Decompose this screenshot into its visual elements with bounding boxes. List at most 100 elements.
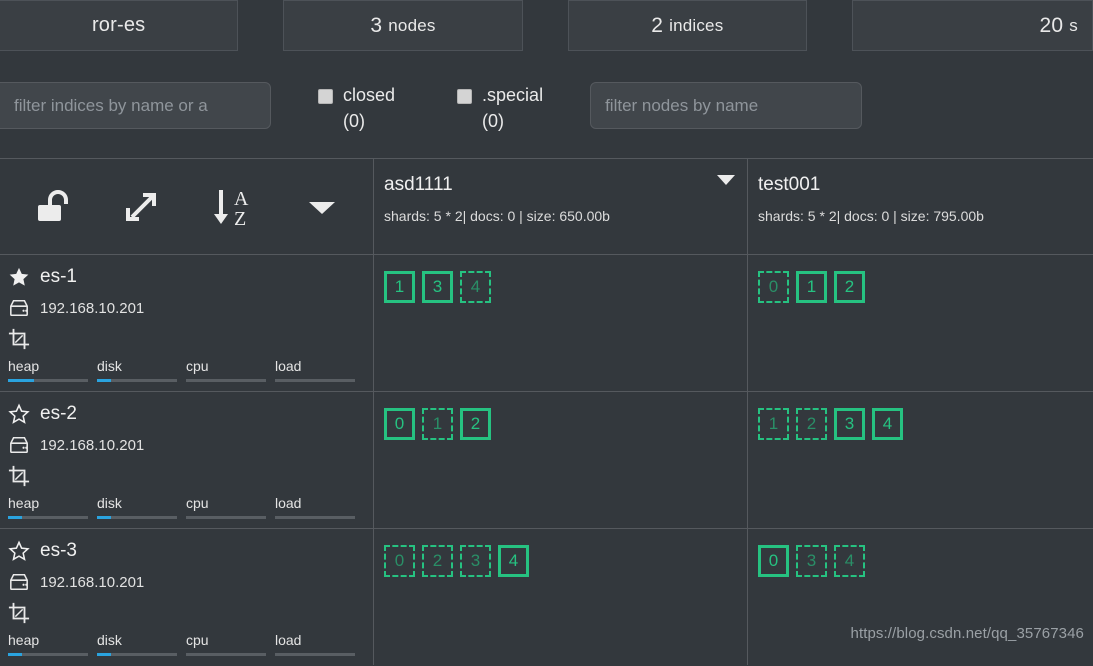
- crop-icon[interactable]: [8, 328, 30, 350]
- gauge-track: [97, 379, 177, 382]
- node-count-box[interactable]: 3 nodes: [283, 0, 523, 51]
- star-outline-icon[interactable]: [8, 403, 30, 425]
- shard-replica[interactable]: 2: [796, 408, 827, 440]
- special-label: .special: [482, 85, 544, 105]
- gauge-cpu: cpu: [186, 495, 275, 519]
- node-row: es-3 192.168.10.201 heap disk cpu load 0 2 3 4 0 3 4: [0, 529, 1093, 665]
- nodes-filter-input[interactable]: filter nodes by name: [590, 82, 863, 129]
- gauge-label: cpu: [186, 632, 209, 648]
- index-meta: shards: 5 * 2| docs: 0 | size: 650.00b: [384, 208, 610, 224]
- gauge-heap: heap: [8, 632, 97, 656]
- index-header-test001: test001 shards: 5 * 2| docs: 0 | size: 7…: [747, 159, 1093, 254]
- shard-replica[interactable]: 4: [460, 271, 491, 303]
- shard-primary[interactable]: 1: [384, 271, 415, 303]
- gauge-disk: disk: [97, 358, 186, 382]
- node-count-unit: nodes: [388, 15, 436, 35]
- gauge-track: [8, 516, 88, 519]
- gauge-load: load: [275, 495, 364, 519]
- shard-replica[interactable]: 2: [422, 545, 453, 577]
- expand-button[interactable]: [96, 159, 186, 254]
- node-name: es-3: [40, 540, 77, 561]
- node-name: es-2: [40, 403, 77, 424]
- star-outline-icon[interactable]: [8, 540, 30, 562]
- shard-primary[interactable]: 4: [872, 408, 903, 440]
- node-cell-content: es-1 192.168.10.201 heap disk cpu load: [0, 255, 373, 391]
- shard-primary[interactable]: 0: [384, 408, 415, 440]
- indices-filter-placeholder: filter indices by name or a: [14, 95, 208, 115]
- special-checkbox[interactable]: [457, 89, 473, 104]
- node-ip: 192.168.10.201: [40, 299, 145, 317]
- special-labels: .special (0): [482, 82, 543, 134]
- chevron-down-icon[interactable]: [717, 175, 735, 185]
- cluster-name-box[interactable]: ror-es: [0, 0, 239, 51]
- shard-id: 2: [806, 414, 817, 433]
- refresh-interval-value: 20: [1039, 13, 1064, 37]
- crop-icon[interactable]: [8, 465, 30, 487]
- index-header-content: asd1111 shards: 5 * 2| docs: 0 | size: 6…: [374, 159, 747, 254]
- closed-labels: closed (0): [343, 82, 395, 134]
- unlock-icon: [30, 187, 72, 227]
- cluster-name-label: ror-es: [91, 14, 146, 36]
- unlock-button[interactable]: [6, 159, 96, 254]
- gauge-load: load: [275, 632, 364, 656]
- closed-filter-group[interactable]: closed (0): [318, 82, 395, 134]
- node-cell-content: es-3 192.168.10.201 heap disk cpu load: [0, 529, 373, 665]
- shard-replica[interactable]: 4: [834, 545, 865, 577]
- index-name: asd1111: [384, 174, 453, 195]
- index-header-asd1111: asd1111 shards: 5 * 2| docs: 0 | size: 6…: [373, 159, 747, 254]
- shard-replica[interactable]: 3: [460, 545, 491, 577]
- gauge-label: heap: [8, 495, 40, 511]
- grid-header-row: A Z asd1111 shards: 5 * 2| docs: 0 | siz…: [0, 159, 1093, 254]
- shard-primary[interactable]: 4: [498, 545, 529, 577]
- gauge-load: load: [275, 358, 364, 382]
- special-filter-group[interactable]: .special (0): [457, 82, 543, 134]
- refresh-interval-box[interactable]: 20 s: [851, 0, 1093, 51]
- shard-replica[interactable]: 3: [796, 545, 827, 577]
- gauge-label: load: [275, 358, 302, 374]
- shard-primary[interactable]: 2: [834, 271, 865, 303]
- gauge-track: [275, 379, 355, 382]
- gauge-fill: [97, 516, 112, 519]
- index-header-content: test001 shards: 5 * 2| docs: 0 | size: 7…: [748, 159, 1093, 254]
- shard-replica[interactable]: 1: [758, 408, 789, 440]
- node-gauges: heap disk cpu load: [8, 495, 364, 519]
- node-actions-line: [8, 327, 373, 351]
- gauge-track: [97, 516, 177, 519]
- closed-label: closed: [343, 85, 396, 105]
- svg-text:Z: Z: [234, 208, 246, 230]
- index-count-box[interactable]: 2 indices: [567, 0, 807, 51]
- crop-icon[interactable]: [8, 602, 30, 624]
- grid-toolbar: A Z: [0, 159, 373, 254]
- gauge-label: disk: [97, 495, 122, 511]
- shard-list: 0 2 3 4: [374, 529, 747, 577]
- indices-filter-input[interactable]: filter indices by name or a: [0, 82, 271, 129]
- shard-replica[interactable]: 0: [758, 271, 789, 303]
- closed-checkbox[interactable]: [318, 89, 333, 104]
- node-name: es-1: [40, 266, 77, 287]
- shard-list: 1 3 4: [374, 255, 747, 303]
- shard-primary[interactable]: 3: [834, 408, 865, 440]
- gauge-cpu: cpu: [186, 358, 275, 382]
- filter-bar: filter indices by name or a closed (0) .…: [0, 51, 1093, 158]
- sort-az-button[interactable]: A Z: [187, 159, 277, 254]
- special-count: (0): [482, 111, 505, 132]
- shard-id: 4: [882, 414, 893, 433]
- shard-id: 2: [470, 414, 481, 433]
- gauge-disk: disk: [97, 495, 186, 519]
- node-ip-line: 192.168.10.201: [8, 433, 373, 457]
- shard-primary[interactable]: 0: [758, 545, 789, 577]
- shard-replica[interactable]: 0: [384, 545, 415, 577]
- gauge-heap: heap: [8, 495, 97, 519]
- nodes-filter-placeholder: filter nodes by name: [605, 95, 759, 115]
- shard-id: 2: [844, 277, 855, 296]
- shard-primary[interactable]: 1: [796, 271, 827, 303]
- shard-primary[interactable]: 3: [422, 271, 453, 303]
- shard-id: 3: [432, 277, 443, 296]
- shard-replica[interactable]: 1: [422, 408, 453, 440]
- shard-primary[interactable]: 2: [460, 408, 491, 440]
- node-title-line: es-2: [8, 402, 373, 426]
- options-menu-button[interactable]: [277, 159, 367, 254]
- gauge-label: cpu: [186, 495, 209, 511]
- shard-list: 1 2 3 4: [748, 392, 1093, 440]
- star-filled-icon[interactable]: [8, 266, 30, 288]
